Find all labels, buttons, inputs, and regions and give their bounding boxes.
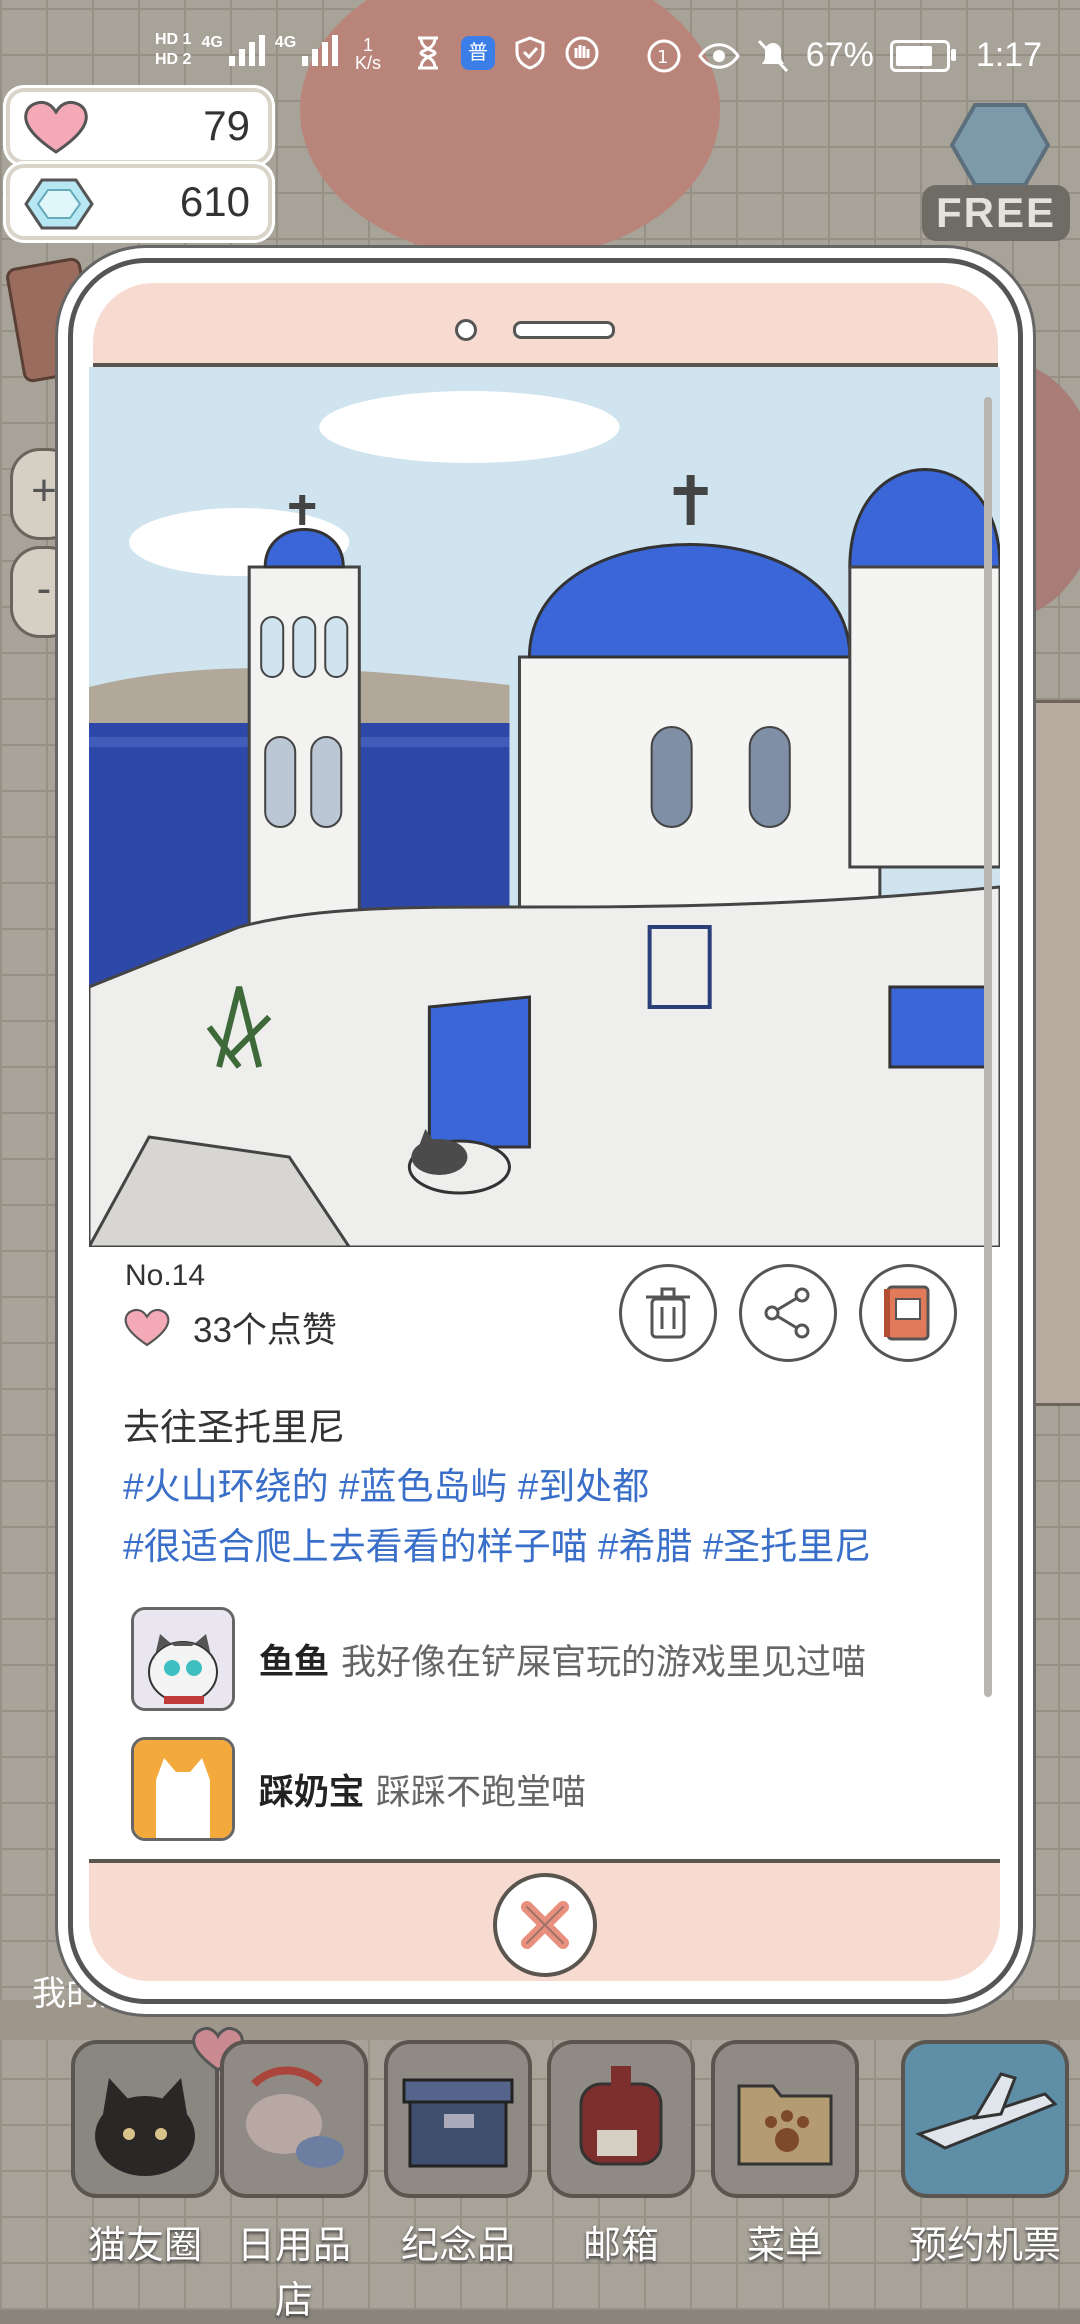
book-flight-icon <box>901 2040 1069 2198</box>
tabby-cat-avatar-icon <box>134 1610 232 1708</box>
nav-mailbox[interactable]: 邮箱 <box>546 2030 696 2269</box>
comment-text: 我好像在铲屎官玩的游戏里见过喵 <box>341 1642 867 1682</box>
signal-icon: 4G 4G <box>201 34 344 66</box>
trash-icon <box>646 1287 690 1339</box>
souvenirs-icon <box>384 2040 532 2198</box>
post-title: 去往圣托里尼 <box>123 1407 345 1448</box>
battery-percent: 67% <box>805 36 874 74</box>
comment-item: 鱼鱼 我好像在铲屎官玩的游戏里见过喵 <box>131 1607 866 1711</box>
data-saver-icon: 1 <box>647 39 681 72</box>
daily-goods-icon <box>220 2040 368 2198</box>
post-tags: #火山环绕的 #蓝色岛屿 #到处都 #很适合爬上去看看的样子喵 #希腊 #圣托里… <box>123 1457 973 1577</box>
hearts-value: 79 <box>203 102 250 149</box>
notification-icons: 普 <box>415 36 599 70</box>
folder-paw-icon <box>737 2084 833 2166</box>
mailbox-icon <box>547 2040 695 2198</box>
heart-icon <box>24 100 88 154</box>
red-mailbox-icon <box>579 2066 663 2166</box>
network-speed: 1 K/s <box>355 36 381 72</box>
close-button[interactable] <box>492 1873 597 1977</box>
avatar[interactable] <box>131 1607 235 1711</box>
speaker-icon <box>513 321 615 339</box>
share-button[interactable] <box>739 1264 837 1362</box>
signal-bars-icon <box>228 35 265 66</box>
hand-icon <box>565 36 599 70</box>
camera-icon <box>455 319 477 341</box>
nav-book-flight[interactable]: 预约机票 <box>900 2030 1070 2269</box>
nav-label: 预约机票 <box>908 2225 1061 2267</box>
hourglass-icon <box>418 36 438 70</box>
network-type-label: 4G <box>274 34 297 51</box>
hexagon-gem-icon <box>949 103 1051 187</box>
heart-icon[interactable] <box>123 1307 171 1349</box>
hearts-counter[interactable]: 79 <box>6 88 272 164</box>
nav-menu[interactable]: 菜单 <box>710 2030 860 2269</box>
svg-text:1: 1 <box>657 47 668 68</box>
airplane-icon <box>915 2072 1058 2150</box>
post-number: No.14 <box>125 1259 206 1292</box>
gems-counter[interactable]: 610 <box>6 164 272 240</box>
close-icon <box>520 1901 569 1949</box>
gem-shop-icon[interactable] <box>949 100 1051 190</box>
post-screen: No.14 33个点赞 去往圣托里尼 #火山环绕的 #蓝色岛屿 #到处都 #很适… <box>89 367 1000 1857</box>
delete-button[interactable] <box>619 1264 717 1362</box>
signal-bars-icon <box>302 35 339 66</box>
nav-souvenirs[interactable]: 纪念品 <box>383 2030 533 2269</box>
album-button[interactable] <box>859 1264 957 1362</box>
nav-label: 纪念品 <box>400 2225 515 2267</box>
nav-label: 菜单 <box>746 2225 823 2267</box>
post-modal: No.14 33个点赞 去往圣托里尼 #火山环绕的 #蓝色岛屿 #到处都 #很适… <box>68 258 1023 2004</box>
tags-line[interactable]: #很适合爬上去看看的样子喵 #希腊 #圣托里尼 <box>123 1517 973 1577</box>
eye-comfort-icon <box>697 42 740 69</box>
sim-indicators: HD 1 HD 2 4G 4G <box>155 30 344 70</box>
avatar[interactable] <box>131 1737 235 1841</box>
nav-label: 猫友圈 <box>87 2225 202 2267</box>
fish-food-icon <box>246 2066 344 2168</box>
system-status: 1 67% 1:17 <box>646 36 1042 75</box>
bell-muted-icon <box>757 39 788 72</box>
gem-icon <box>24 178 94 230</box>
hd2-label: HD 2 <box>155 51 192 68</box>
photo-album-icon <box>884 1285 930 1341</box>
battery-icon <box>889 39 956 72</box>
app-notification-icon: 普 <box>461 36 495 70</box>
bottom-nav: 猫友圈 日用品店 纪念品 邮箱 菜单 预约机票 <box>0 2026 1080 2322</box>
tags-line[interactable]: #火山环绕的 #蓝色岛屿 #到处都 <box>123 1457 973 1517</box>
share-icon <box>764 1287 810 1339</box>
gems-value: 610 <box>179 178 250 225</box>
like-row[interactable]: 33个点赞 <box>123 1302 337 1353</box>
comment-item: 踩奶宝 踩踩不跑堂喵 <box>131 1737 586 1841</box>
santorini-photo <box>89 367 1000 1247</box>
speed-unit: K/s <box>355 53 382 73</box>
speed-value: 1 <box>363 35 374 55</box>
status-bar: HD 1 HD 2 4G 4G 1 K/s 普 1 67% 1:17 <box>0 0 1080 90</box>
phone-top-bar <box>93 283 998 367</box>
network-type-label: 4G <box>201 34 223 51</box>
nav-cat-friends[interactable]: 猫友圈 <box>70 2026 244 2269</box>
scrollbar[interactable] <box>984 397 992 1697</box>
hd1-label: HD 1 <box>155 31 192 48</box>
comment-text-row: 踩奶宝 踩踩不跑堂喵 <box>259 1764 586 1815</box>
like-count: 33个点赞 <box>193 1311 337 1350</box>
comment-author: 踩奶宝 <box>259 1772 365 1812</box>
nav-label: 邮箱 <box>582 2225 659 2267</box>
shield-icon <box>515 36 545 70</box>
orange-cat-avatar-icon <box>134 1740 232 1838</box>
box-icon <box>402 2078 514 2168</box>
nav-label: 日用品店 <box>236 2225 351 2322</box>
phone-bottom-bar <box>89 1859 1000 1981</box>
nav-daily-goods[interactable]: 日用品店 <box>219 2030 369 2324</box>
comment-text: 踩踩不跑堂喵 <box>376 1772 587 1812</box>
comment-text-row: 鱼鱼 我好像在铲屎官玩的游戏里见过喵 <box>259 1634 866 1685</box>
comment-author: 鱼鱼 <box>259 1642 330 1682</box>
clock: 1:17 <box>975 36 1042 74</box>
free-badge[interactable]: FREE <box>922 185 1071 241</box>
menu-icon <box>711 2040 859 2198</box>
